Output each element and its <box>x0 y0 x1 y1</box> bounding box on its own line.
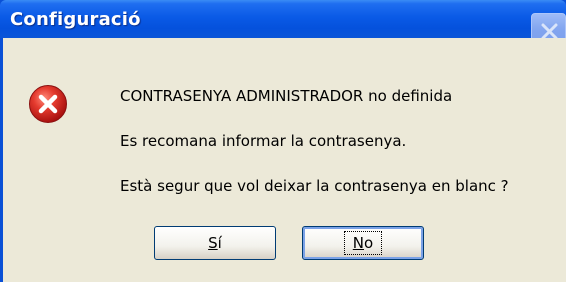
no-button-label: No <box>352 234 374 252</box>
dialog-window: Configuració CONTRASENYA ADMINISTRADOR n… <box>0 0 566 282</box>
window-title: Configuració <box>10 9 141 30</box>
dialog-body-top <box>3 38 566 61</box>
yes-button-label: Sí <box>208 234 222 252</box>
message-line-3: Està segur que vol deixar la contrasenya… <box>120 177 509 195</box>
message-line-1: CONTRASENYA ADMINISTRADOR no definida <box>120 87 453 105</box>
no-button[interactable]: No <box>302 226 424 260</box>
yes-button[interactable]: Sí <box>154 226 276 260</box>
no-button-focus: No <box>343 231 383 255</box>
message-line-2: Es recomana informar la contrasenya. <box>120 132 407 150</box>
error-icon <box>29 85 67 123</box>
title-bar[interactable]: Configuració <box>0 0 566 48</box>
